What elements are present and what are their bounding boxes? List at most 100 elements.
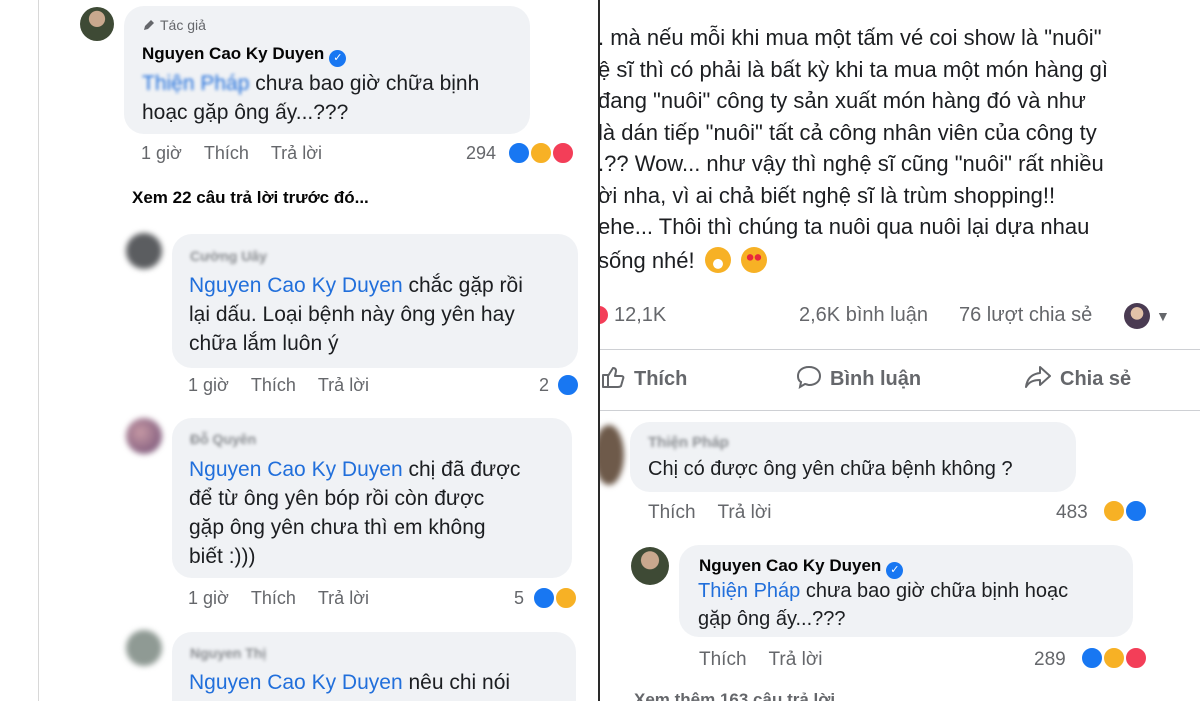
reply-text-line: để từ ông yên bóp rồi còn được (189, 487, 485, 510)
like-button[interactable]: Thích (648, 502, 696, 523)
timestamp[interactable]: 1 giờ (141, 143, 182, 163)
timestamp[interactable]: 1 giờ (188, 588, 229, 608)
reply-text-line: chị đã được (408, 458, 521, 481)
reaction-icons[interactable] (1102, 499, 1150, 523)
like-action-label: Thích (634, 368, 688, 390)
view-more-replies-link[interactable]: Xem thêm 163 câu trả lời (634, 690, 835, 701)
author-reply-meta: 1 giờ Thích Trả lời (141, 143, 344, 164)
shares-count[interactable]: 76 lượt chia sẻ (959, 304, 1092, 327)
mention-link[interactable]: Nguyen Cao Ky Duyen (189, 671, 403, 694)
comment-action-button[interactable]: Bình luận (796, 364, 921, 391)
author-badge: Tác giả (142, 17, 206, 33)
post-line: đang "nuôi" công ty sản xuất món hàng đó… (600, 88, 1086, 113)
like-button[interactable]: Thích (204, 143, 249, 163)
divider-line (600, 349, 1200, 350)
reaction-icons[interactable] (1080, 646, 1154, 670)
post-line: là dán tiếp "nuôi" tất cả công nhân viên… (600, 119, 1097, 145)
reaction-total[interactable]: 12,1K (614, 304, 666, 327)
reply-button[interactable]: Trả lời (769, 649, 823, 670)
timestamp[interactable]: 1 giờ (188, 375, 229, 395)
commenter-name[interactable]: Nguyen Thị (190, 645, 266, 661)
reaction-count[interactable]: 2 (539, 375, 549, 396)
author-avatar[interactable] (80, 7, 114, 41)
thumbs-up-icon (602, 367, 625, 388)
mention-link[interactable]: Nguyen Cao Ky Duyen (189, 274, 403, 297)
reply-text-line: biết :))) (189, 545, 256, 568)
like-reaction-icon (556, 373, 580, 397)
reply-meta: 1 giờ Thích Trả lời (188, 375, 391, 396)
reaction-count[interactable]: 5 (514, 588, 524, 609)
love-reaction-icon (600, 306, 608, 324)
post-line: ời nha, vì ai chả biết nghệ sĩ là trùm s… (600, 182, 1056, 208)
post-line-last: sống nhé! (600, 245, 1198, 277)
comment-meta: Thích Trả lời (648, 502, 794, 524)
reaction-count[interactable]: 294 (466, 143, 496, 164)
haha-reaction-icon (554, 586, 578, 610)
mention-link[interactable]: Nguyen Cao Ky Duyen (189, 458, 403, 481)
reply-text-line: chắc gặp rồi (408, 274, 523, 297)
reaction-count[interactable]: 483 (1056, 502, 1088, 524)
viewer-avatar[interactable] (1124, 303, 1150, 329)
right-screenshot-panel: . mà nếu mỗi khi mua một tấm vé coi show… (600, 0, 1200, 701)
reply-text: Nguyen Cao Ky Duyen nêu chi nói (189, 668, 569, 697)
reply-text-line: gặp ông yên chưa thì em không (189, 516, 486, 539)
comments-count[interactable]: 2,6K bình luận (799, 304, 928, 327)
share-action-button[interactable]: Chia sẻ (1024, 364, 1131, 391)
reaction-icons[interactable] (532, 586, 582, 610)
mention-link[interactable]: Thiện Pháp (698, 580, 800, 602)
post-line: .?? Wow... như vậy thì nghệ sĩ cũng "nuô… (600, 151, 1104, 176)
reply-button[interactable]: Trả lời (271, 143, 322, 163)
chevron-down-icon[interactable]: ▼ (1156, 308, 1170, 324)
author-name-text[interactable]: Nguyen Cao Ky Duyen (142, 44, 324, 63)
commenter-avatar[interactable] (126, 418, 162, 454)
reaction-icons[interactable] (507, 141, 581, 165)
reply-text: Thiện Pháp chưa bao giờ chữa bịnh hoạc g… (698, 577, 1128, 633)
comment-action-label: Bình luận (830, 368, 922, 390)
reply-text-line: chưa bao giờ chữa bịnh (255, 72, 480, 95)
like-button[interactable]: Thích (251, 588, 296, 608)
reply-text-line: chữa lắm luôn ý (189, 332, 339, 355)
reaction-count[interactable]: 289 (1034, 649, 1066, 671)
mention-link[interactable]: Thiện Pháp (142, 72, 249, 95)
divider-line (600, 410, 1200, 411)
author-avatar[interactable] (631, 547, 669, 585)
reaction-icons[interactable] (556, 373, 582, 397)
like-button[interactable]: Thích (699, 649, 747, 670)
commenter-avatar[interactable] (126, 630, 162, 666)
commenter-avatar[interactable] (600, 425, 624, 485)
heart-eyes-emoji-icon (740, 246, 767, 273)
author-name[interactable]: Nguyen Cao Ky Duyen ✓ (699, 556, 904, 579)
haha-reaction-icon (1102, 499, 1126, 523)
view-previous-replies-link[interactable]: Xem 22 câu trả lời trước đó... (132, 188, 369, 208)
reply-text-line: gặp ông ấy...??? (698, 608, 846, 630)
share-arrow-icon (1025, 366, 1051, 388)
comment-text: Chị có được ông yên chữa bệnh không ? (648, 458, 1013, 480)
like-action-button[interactable]: Thích (600, 364, 687, 391)
post-line: ehe... Thôi thì chúng ta nuôi qua nuôi l… (600, 214, 1090, 239)
author-badge-label: Tác giả (160, 17, 206, 33)
reply-button[interactable]: Trả lời (318, 375, 369, 395)
author-name[interactable]: Nguyen Cao Ky Duyen ✓ (142, 44, 347, 67)
comment-bubble-icon (796, 365, 822, 390)
author-reply-text: Thiện Pháp chưa bao giờ chữa bịnh hoạc g… (142, 69, 522, 127)
like-reaction-icon (507, 141, 531, 165)
commenter-name[interactable]: Đỗ Quyên (190, 431, 256, 447)
thread-edge-line (38, 0, 39, 701)
verified-badge-icon: ✓ (329, 50, 347, 67)
author-name-text[interactable]: Nguyen Cao Ky Duyen (699, 556, 881, 575)
reply-text: Nguyen Cao Ky Duyen chị đã được để từ ôn… (189, 455, 569, 571)
like-reaction-icon (1124, 499, 1148, 523)
pen-icon (144, 20, 154, 30)
like-button[interactable]: Thích (251, 375, 296, 395)
post-line: ệ sĩ thì có phải là bất kỳ khi ta mua mộ… (600, 56, 1108, 82)
commenter-avatar[interactable] (126, 233, 162, 269)
share-action-label: Chia sẻ (1060, 368, 1132, 390)
haha-reaction-icon (529, 141, 553, 165)
reply-button[interactable]: Trả lời (318, 588, 369, 608)
reply-text-line: lại dấu. Loại bệnh này ông yên hay (189, 303, 515, 326)
post-body-text: . mà nếu mỗi khi mua một tấm vé coi show… (600, 22, 1198, 276)
commenter-name[interactable]: Cường Uây (190, 248, 267, 264)
reply-text: Nguyen Cao Ky Duyen chắc gặp rồi lại dấu… (189, 271, 574, 358)
commenter-name[interactable]: Thiện Pháp (648, 434, 729, 451)
reply-button[interactable]: Trả lời (718, 502, 772, 523)
